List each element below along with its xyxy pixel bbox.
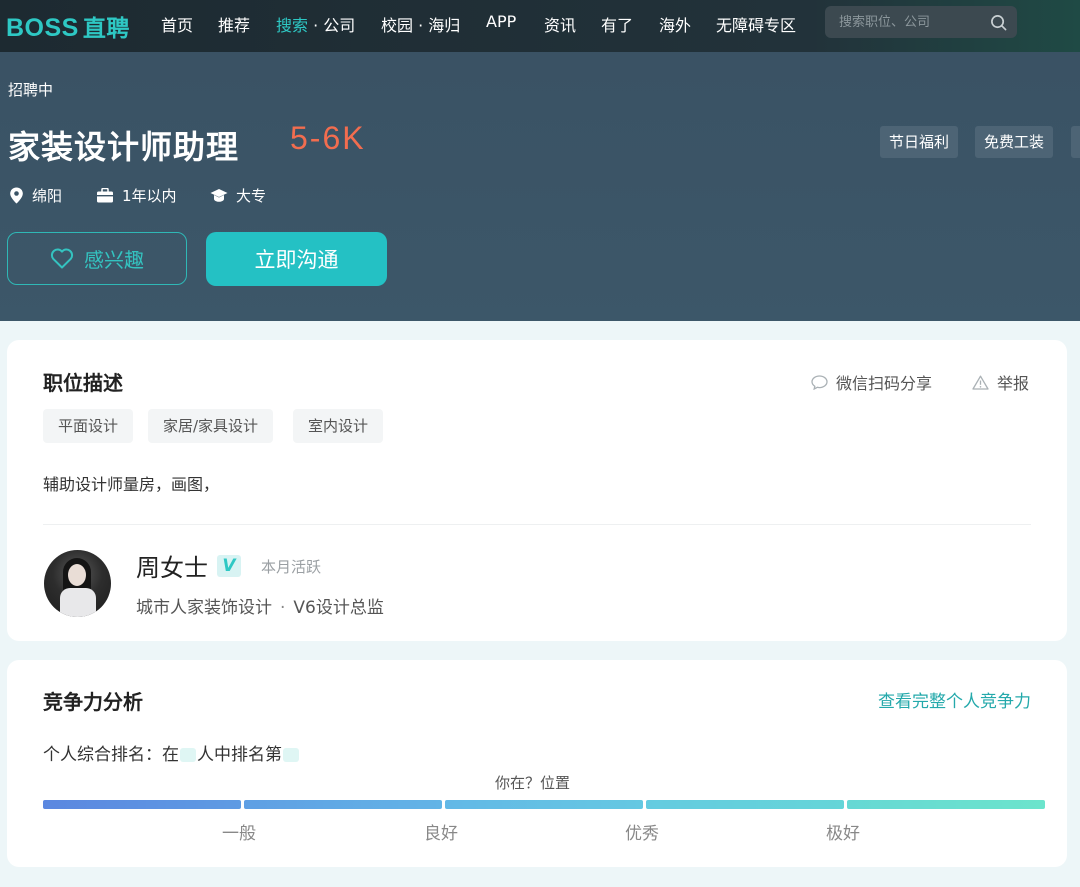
level-label: 极好	[826, 824, 860, 844]
chat-bubble-icon	[811, 374, 828, 390]
benefit-tag: 节日福利	[880, 126, 959, 158]
nav-item-search-label: 搜索	[276, 16, 309, 35]
separator-dot: ·	[280, 598, 286, 618]
job-education-label: 大专	[236, 187, 267, 205]
skill-tag: 室内设计	[293, 409, 384, 443]
ranking-text: 个人综合排名：在 人中排名第	[43, 740, 300, 765]
job-salary: 5-6K	[290, 120, 366, 156]
blurred-count	[180, 748, 196, 762]
location-pin-icon	[10, 187, 23, 204]
recruiter-avatar[interactable]	[44, 550, 111, 617]
skill-tag: 家居/家具设计	[148, 409, 274, 443]
chat-now-button[interactable]: 立即沟通	[206, 232, 387, 286]
recruiter-company-line: 城市人家装饰设计 · V6设计总监	[136, 593, 384, 618]
job-description-card: 职位描述 微信扫码分享 举报 平面设计 家居/家具设计 室内设计 辅助设计师量房…	[7, 340, 1067, 641]
search-input[interactable]	[825, 6, 985, 38]
nav-item-company-label: · 公司	[308, 16, 356, 35]
nav-item-youle[interactable]: 有了	[601, 12, 633, 36]
briefcase-icon	[97, 188, 113, 203]
rank-prefix: 个人综合排名：在	[43, 745, 179, 765]
warning-icon	[972, 375, 989, 390]
blurred-rank	[283, 748, 299, 762]
level-label: 优秀	[625, 824, 659, 844]
level-label: 一般	[222, 824, 256, 844]
avatar-body	[60, 588, 96, 617]
heart-icon	[50, 248, 74, 269]
nav-item-recommend[interactable]: 推荐	[218, 12, 250, 36]
job-location: 绵阳	[9, 185, 62, 206]
search-icon[interactable]	[990, 14, 1007, 31]
job-experience: 1年以内	[96, 185, 177, 206]
interest-button-label: 感兴趣	[84, 248, 144, 272]
job-header: 招聘中 家装设计师助理 5-6K 节日福利 免费工装 绵阳 1年以内 大专 感兴…	[0, 52, 1080, 321]
competition-card: 竞争力分析 查看完整个人竞争力 个人综合排名：在 人中排名第 你在？位置 一般 良…	[7, 660, 1067, 867]
job-description-heading: 职位描述	[43, 371, 123, 395]
job-education: 大专	[210, 185, 266, 206]
nav-item-overseas[interactable]: 海外	[659, 12, 691, 36]
rank-bar-segment	[244, 800, 442, 809]
recruiter-company[interactable]: 城市人家装饰设计	[136, 598, 272, 618]
job-experience-label: 1年以内	[122, 187, 177, 205]
wechat-share-button[interactable]: 微信扫码分享	[811, 370, 932, 394]
rank-bar-segment	[646, 800, 844, 809]
report-label: 举报	[997, 374, 1030, 393]
interest-button[interactable]: 感兴趣	[7, 232, 187, 285]
skill-tag: 平面设计	[43, 409, 134, 443]
rank-bar-segment	[847, 800, 1045, 809]
recruiter-position: V6设计总监	[293, 598, 384, 618]
graduation-cap-icon	[210, 189, 228, 202]
divider	[43, 524, 1031, 525]
rank-bar-segment	[445, 800, 643, 809]
level-label: 良好	[424, 824, 458, 844]
rank-middle: 人中排名第	[197, 745, 282, 765]
nav-item-home[interactable]: 首页	[161, 12, 193, 36]
competition-heading: 竞争力分析	[43, 690, 143, 714]
report-button[interactable]: 举报	[972, 370, 1029, 394]
logo-text-en: BOSS	[6, 14, 79, 42]
your-position-label: 你在？位置	[495, 774, 571, 792]
recruiter-name[interactable]: 周女士	[136, 548, 208, 583]
recruiter-activity: 本月活跃	[261, 558, 322, 576]
wechat-share-label: 微信扫码分享	[836, 374, 933, 393]
logo-text-cn: 直聘	[82, 16, 130, 42]
job-status: 招聘中	[8, 81, 54, 99]
nav-item-accessibility[interactable]: 无障碍专区	[716, 12, 796, 36]
benefit-tag: 免费工装	[975, 126, 1054, 158]
avatar-face	[68, 564, 86, 586]
boss-logo[interactable]: BOSS 直聘	[6, 9, 130, 43]
verified-badge-icon: V	[217, 555, 241, 577]
search-box	[825, 6, 1017, 38]
job-location-label: 绵阳	[32, 187, 63, 205]
nav-item-search-company[interactable]: 搜索 · 公司	[276, 12, 355, 36]
job-title: 家装设计师助理	[8, 128, 240, 166]
top-nav: BOSS 直聘 首页 推荐 搜索 · 公司 校园 · 海归 APP 资讯 有了 海…	[0, 0, 1080, 52]
view-full-competitiveness-link[interactable]: 查看完整个人竞争力	[878, 687, 1031, 712]
nav-item-news[interactable]: 资讯	[544, 12, 576, 36]
rank-bar-segment	[43, 800, 241, 809]
nav-item-campus[interactable]: 校园 · 海归	[381, 12, 460, 36]
benefit-tag-overflow	[1071, 126, 1080, 158]
job-description-text: 辅助设计师量房，画图，	[43, 475, 220, 494]
nav-item-app[interactable]: APP	[486, 12, 516, 31]
